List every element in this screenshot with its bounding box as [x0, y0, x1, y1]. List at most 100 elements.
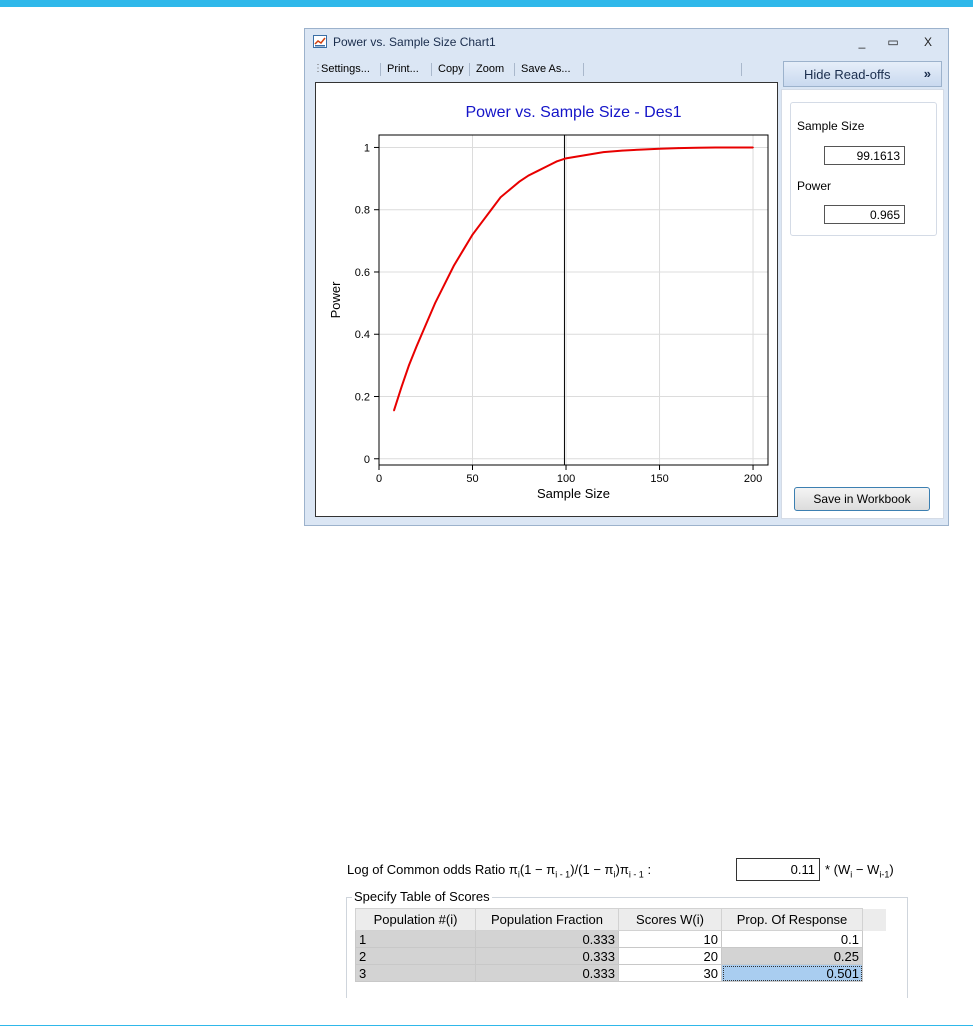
chart-area: Power vs. Sample Size - Des1 0 50 100 150 200…	[315, 82, 778, 517]
toolbar-separator	[741, 63, 742, 76]
minimize-button[interactable]: _	[850, 32, 874, 52]
hide-read-offs-button[interactable]: Hide Read-offs »	[783, 61, 942, 87]
table-row: 2 0.333 20 0.25	[355, 947, 886, 965]
table-header-row: Population #(i) Population Fraction Scor…	[355, 908, 886, 931]
power-curve-point	[546, 165, 549, 167]
power-curve-point	[443, 283, 446, 286]
response-cell-selected[interactable]: 0.501	[721, 964, 863, 982]
toolbar-separator	[583, 63, 584, 76]
zoom-button[interactable]: Zoom	[476, 63, 504, 75]
column-header-response[interactable]: Prop. Of Response	[721, 908, 863, 931]
save-in-workbook-button[interactable]: Save in Workbook	[794, 487, 930, 511]
chart-app-icon	[313, 35, 327, 48]
settings-button[interactable]: Settings...	[321, 63, 370, 75]
power-curve-point	[640, 148, 642, 151]
odds-ratio-label: Log of Common odds Ratio πi(1 − πi - 1)/…	[347, 862, 652, 880]
sample-size-field[interactable]	[824, 146, 905, 165]
power-field[interactable]	[824, 205, 905, 224]
power-curve-point	[434, 302, 436, 304]
power-curve-point	[471, 233, 474, 236]
bottom-accent-line	[0, 1025, 973, 1026]
scores-group-title: Specify Table of Scores	[352, 889, 492, 904]
power-curve-point	[752, 146, 754, 149]
power-curve-point	[481, 221, 483, 223]
y-tick-label: 0.2	[355, 392, 370, 404]
power-curve-point	[499, 196, 502, 199]
power-curve-point	[677, 147, 680, 149]
double-chevron-right-icon: »	[923, 66, 931, 81]
power-curve-point	[509, 188, 511, 191]
row-filler	[863, 948, 886, 965]
power-curve-point	[733, 146, 736, 149]
power-curve-point	[424, 324, 427, 326]
power-curve-point	[408, 364, 410, 367]
column-header-scores[interactable]: Scores W(i)	[618, 908, 722, 931]
y-tick-label: 0.8	[355, 205, 370, 217]
score-cell[interactable]: 20	[618, 947, 722, 965]
maximize-button[interactable]: ▭	[881, 32, 905, 52]
column-header-fraction[interactable]: Population Fraction	[475, 908, 619, 931]
subscript-i-minus-1: i - 1	[555, 869, 571, 880]
score-cell[interactable]: 10	[618, 930, 722, 948]
x-tick-label: 150	[650, 473, 668, 485]
power-curve-point	[537, 170, 539, 172]
population-cell[interactable]: 1	[355, 930, 476, 948]
scores-table: Population #(i) Population Fraction Scor…	[355, 908, 886, 982]
population-cell[interactable]: 2	[355, 947, 476, 965]
y-axis-label: Power	[328, 281, 343, 319]
response-cell[interactable]: 0.1	[721, 930, 863, 948]
save-as-button[interactable]: Save As...	[521, 63, 571, 75]
x-tick-label: 200	[744, 473, 762, 485]
window-title-bar[interactable]: Power vs. Sample Size Chart1 _ ▭ X	[305, 29, 948, 55]
toolbar-separator	[380, 63, 381, 76]
column-header-filler	[862, 908, 886, 931]
y-tick-label: 0	[364, 454, 370, 466]
power-curve-point	[602, 151, 605, 153]
x-tick-label: 0	[376, 473, 382, 485]
odds-label-prefix: Log of Common odds Ratio π	[347, 862, 518, 877]
hide-read-offs-label: Hide Read-offs	[804, 67, 891, 82]
toolbar-separator	[469, 63, 470, 76]
fraction-cell[interactable]: 0.333	[475, 930, 619, 948]
power-curve-point	[527, 174, 530, 177]
x-axis-label: Sample Size	[537, 486, 610, 501]
read-offs-box: Sample Size Power	[790, 102, 937, 236]
chart-window: Power vs. Sample Size Chart1 _ ▭ X ⋮ Set…	[304, 28, 949, 526]
odds-ratio-field[interactable]	[736, 858, 820, 881]
subscript-i-minus-1: i - 1	[628, 869, 644, 880]
column-header-population[interactable]: Population #(i)	[355, 908, 476, 931]
power-curve-point	[565, 157, 567, 160]
score-cell[interactable]: 30	[618, 964, 722, 982]
fraction-cell[interactable]: 0.333	[475, 964, 619, 982]
power-curve-point	[714, 146, 717, 149]
power-curve-point	[696, 146, 698, 149]
print-button[interactable]: Print...	[387, 63, 419, 75]
power-chart: Power vs. Sample Size - Des1 0 50 100 150 200…	[328, 104, 769, 501]
close-button[interactable]: X	[916, 32, 940, 52]
y-tick-label: 0.4	[355, 329, 370, 341]
top-accent-bar	[0, 0, 973, 7]
odds-ratio-suffix: * (Wi − Wi-1)	[825, 862, 894, 880]
read-offs-panel: Sample Size Power Save in Workbook	[781, 89, 944, 519]
population-cell[interactable]: 3	[355, 964, 476, 982]
power-curve-line	[393, 146, 754, 411]
power-curve-point	[415, 345, 418, 348]
power-curve-point	[393, 409, 395, 412]
copy-button[interactable]: Copy	[438, 63, 464, 75]
row-filler	[863, 965, 886, 982]
odds-label-rest: (1 − π	[519, 862, 556, 877]
subscript-i-1: i-1	[879, 869, 890, 880]
power-curve-point	[658, 147, 661, 150]
subscript-i: i	[613, 869, 616, 880]
x-tick-label: 100	[557, 473, 575, 485]
power-curve-point	[400, 386, 403, 388]
y-tick-label: 0.6	[355, 267, 370, 279]
sample-size-label: Sample Size	[797, 119, 865, 133]
power-label: Power	[797, 179, 832, 193]
suffix-mid: − W	[852, 862, 880, 877]
fraction-cell[interactable]: 0.333	[475, 947, 619, 965]
response-cell[interactable]: 0.25	[721, 947, 863, 965]
chart-toolbar: ⋮ Settings... Print... Copy Zoom Save As…	[311, 58, 781, 80]
toolbar-separator	[514, 63, 515, 76]
power-curve-point	[490, 208, 493, 211]
